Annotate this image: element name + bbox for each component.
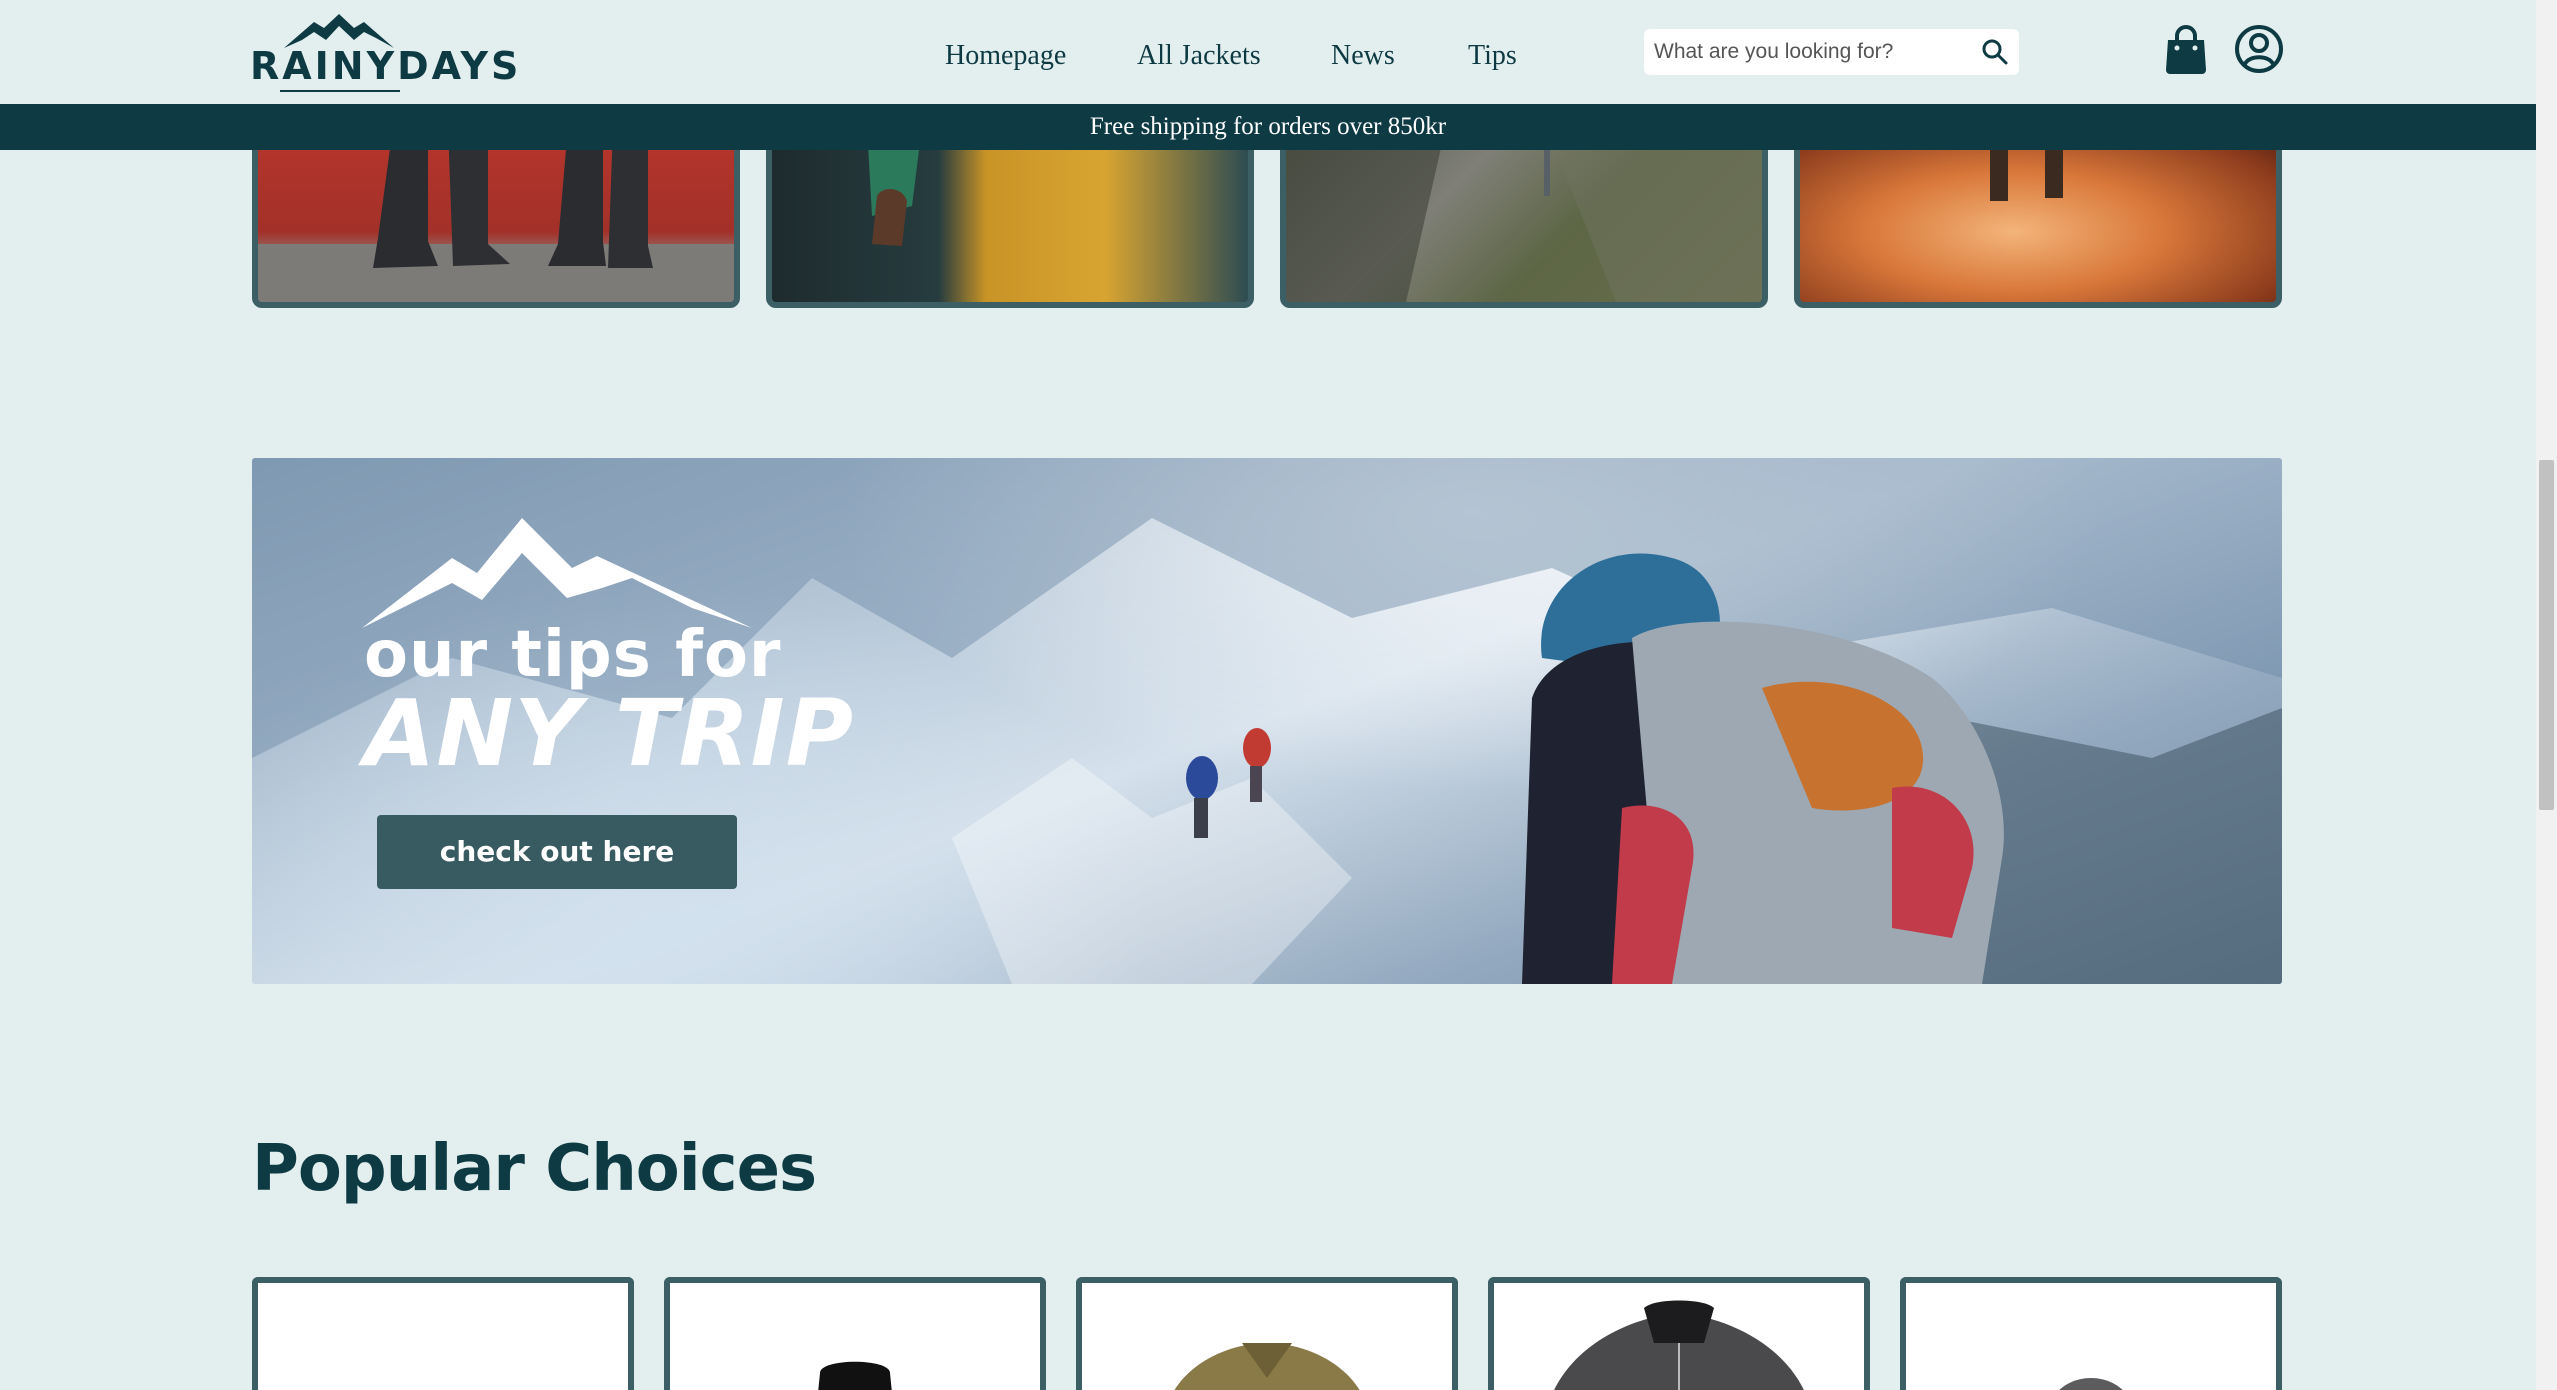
page-scrollbar[interactable] [2536,0,2557,1390]
logo[interactable]: RAINYDAYS [250,14,522,92]
product-card-3[interactable] [1076,1277,1458,1390]
logo-text: RAINYDAYS [250,44,522,88]
hiker-backpack-image [1522,553,2004,984]
mountain-icon [362,518,752,628]
logo-underline [280,90,400,92]
product-card-2[interactable] [664,1277,1046,1390]
free-shipping-bar: Free shipping for orders over 850kr [0,104,2536,150]
product-card-1[interactable] [252,1277,634,1390]
banner-heading-line2: ANY TRIP [364,680,855,787]
grey-jacket-image [1554,1300,1804,1390]
rain-jacket-image [867,126,922,246]
site-header: RAINYDAYS Homepage All Jackets News Tips [0,0,2536,104]
shopping-bag-icon[interactable] [2164,24,2208,76]
nav-all-jackets[interactable]: All Jackets [1137,40,1261,72]
black-jacket-image [818,1361,892,1390]
scrollbar-thumb[interactable] [2539,460,2554,810]
boots-image [258,126,734,302]
mountain-logo-icon [284,14,394,48]
search-box [1644,29,2019,75]
product-card-4[interactable] [1488,1277,1870,1390]
popular-choices-heading: Popular Choices [252,1132,817,1206]
tips-banner: our tips for ANY TRIP check out here [252,458,2282,984]
rock-trail-image [1286,126,1762,302]
search-input[interactable] [1654,29,1974,75]
olive-fleece-image [1174,1343,1360,1390]
product-card-5[interactable] [1900,1277,2282,1390]
search-icon[interactable] [1980,37,2010,67]
nav-homepage[interactable]: Homepage [945,40,1066,72]
check-out-tips-button[interactable]: check out here [377,815,737,889]
account-icon[interactable] [2234,24,2284,74]
distant-hikers-image [1186,728,1271,838]
nav-tips[interactable]: Tips [1468,40,1517,72]
nav-news[interactable]: News [1331,40,1395,72]
canyon-hikers-image [1990,126,2063,201]
grey-hood-image [2059,1378,2123,1390]
